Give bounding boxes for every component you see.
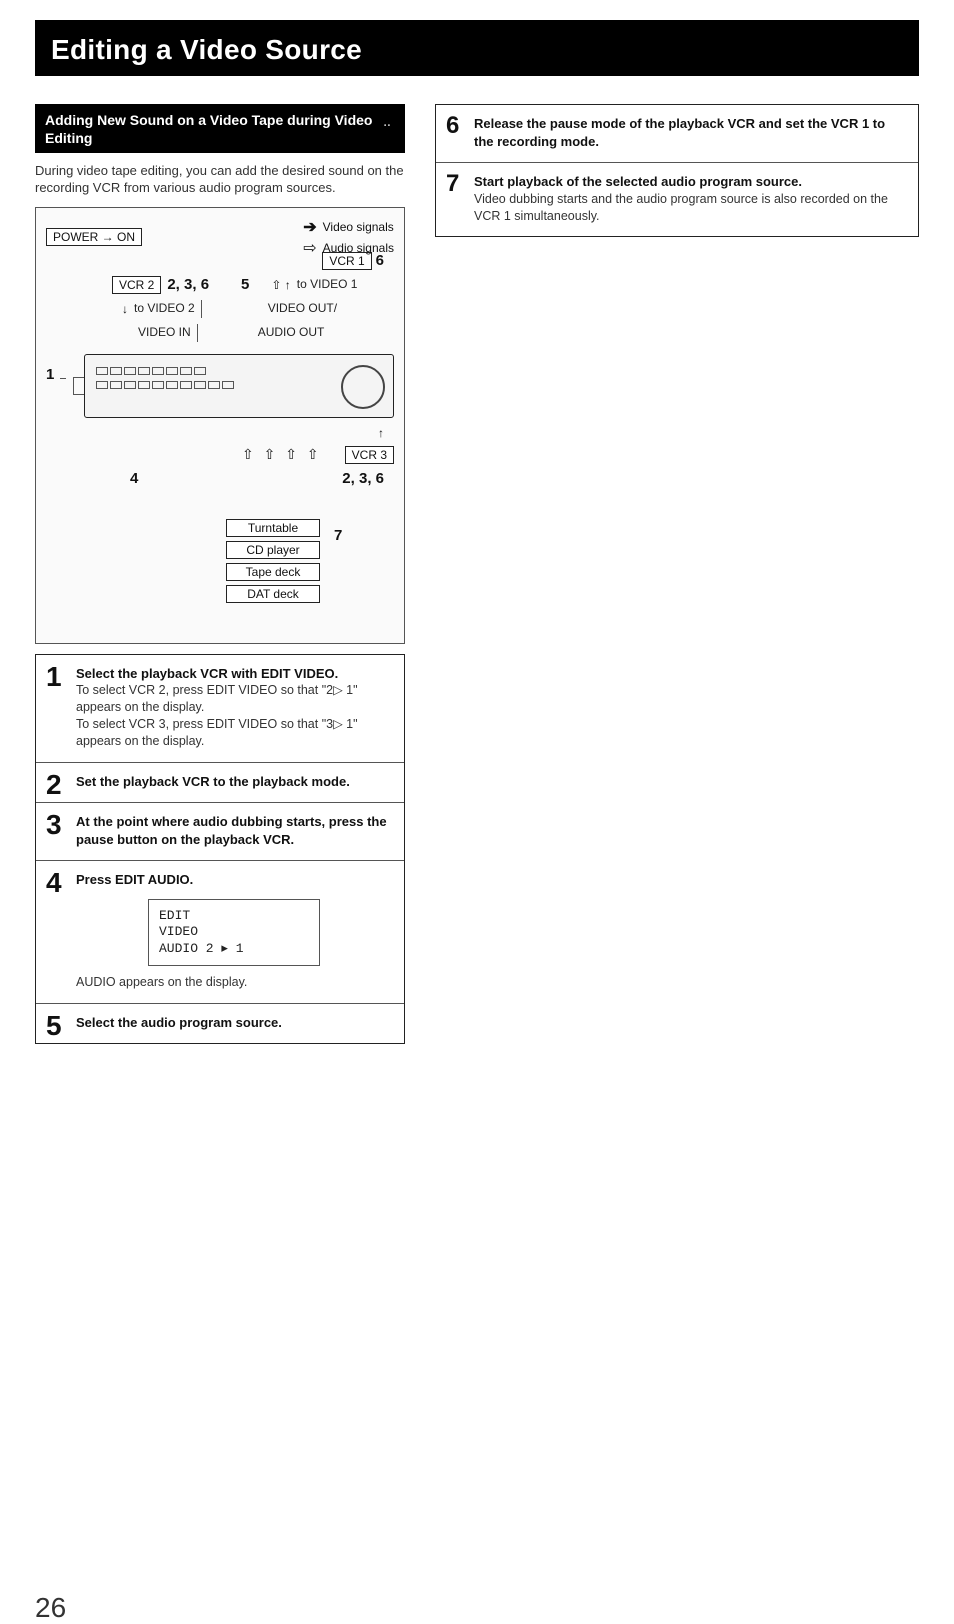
page-title: Editing a Video Source (35, 20, 919, 76)
lcd-display: EDIT VIDEO AUDIO 2 ▸ 1 (148, 899, 320, 966)
subtitle-text: Adding New Sound on a Video Tape during … (45, 112, 372, 146)
left-steps-list: 1 Select the playback VCR with EDIT VIDE… (35, 654, 405, 1044)
source-turntable: Turntable (226, 519, 320, 537)
callout-7: 7 (334, 527, 342, 544)
step-5-heading: Select the audio program source. (76, 1014, 392, 1032)
source-cd-player: CD player (226, 541, 320, 559)
step-1-note-a: To select VCR 2, press EDIT VIDEO so tha… (76, 682, 392, 716)
step-7: 7 Start playback of the selected audio p… (436, 162, 918, 236)
lcd-line-2: VIDEO (159, 924, 309, 940)
arrow-hollow-icon: ⇨ (303, 239, 316, 260)
step-4-heading: Press EDIT AUDIO. (76, 871, 392, 889)
arrow-solid-icon: ➔ (303, 218, 316, 239)
two-column-layout: Adding New Sound on a Video Tape during … (35, 104, 919, 1044)
callout-236-left: 2, 3, 6 (167, 276, 209, 293)
page-number: 26 (35, 1592, 66, 1624)
step-1-heading: Select the playback VCR with EDIT VIDEO. (76, 665, 392, 683)
to-video1-label: to VIDEO 1 (297, 277, 358, 292)
amplifier-unit (84, 354, 394, 418)
section-subtitle: Adding New Sound on a Video Tape during … (35, 104, 405, 153)
to-video2-label: to VIDEO 2 (134, 301, 195, 316)
power-box: POWER → ON (46, 228, 142, 246)
step-3-heading: At the point where audio dubbing starts,… (76, 813, 392, 848)
right-column: 6 Release the pause mode of the playback… (435, 104, 919, 1044)
step-number: 1 (46, 661, 62, 693)
video-out-label: VIDEO OUT/ (268, 301, 337, 316)
callout-4: 4 (130, 470, 138, 487)
step-number: 7 (446, 170, 459, 198)
callout-236-right: 2, 3, 6 (342, 470, 384, 487)
step-number: 3 (46, 809, 62, 841)
left-column: Adding New Sound on a Video Tape during … (35, 104, 405, 1044)
step-4: 4 Press EDIT AUDIO. EDIT VIDEO AUDIO 2 ▸… (36, 860, 404, 1002)
diagram-legend: ➔ Video signals ⇨ Audio signals (303, 218, 394, 260)
down-arrow-icon: ↓ (122, 302, 128, 316)
lcd-line-1: EDIT (159, 908, 309, 924)
step-number: 4 (46, 867, 62, 899)
decorative-dots: ·· (384, 120, 391, 134)
up-arrow-icon: ⇧ ↑ (271, 278, 290, 292)
legend-video: Video signals (323, 220, 394, 236)
video-in-label: VIDEO IN (138, 325, 191, 340)
step-7-heading: Start playback of the selected audio pro… (474, 173, 904, 191)
step-7-note: Video dubbing starts and the audio progr… (474, 191, 904, 225)
step-1: 1 Select the playback VCR with EDIT VIDE… (36, 655, 404, 762)
up-arrows-group: ⇧ ⇧ ⇧ ⇧ (242, 446, 322, 463)
vcr3-box: VCR 3 (345, 446, 394, 464)
step-3: 3 At the point where audio dubbing start… (36, 802, 404, 860)
step-2: 2 Set the playback VCR to the playback m… (36, 762, 404, 803)
step-6-heading: Release the pause mode of the playback V… (474, 115, 904, 150)
step-6: 6 Release the pause mode of the playback… (436, 105, 918, 162)
up-arrow-icon: ↑ (378, 426, 384, 440)
audio-out-label: AUDIO OUT (258, 325, 325, 340)
intro-paragraph: During video tape editing, you can add t… (35, 163, 405, 197)
vcr2-box: VCR 2 (112, 276, 161, 294)
step-number: 2 (46, 769, 62, 801)
step-number: 6 (446, 112, 459, 140)
step-5: 5 Select the audio program source. (36, 1003, 404, 1044)
wiring-diagram: ➔ Video signals ⇨ Audio signals POWER → … (35, 207, 405, 644)
step-number: 5 (46, 1010, 62, 1042)
audio-sources-list: Turntable CD player Tape deck DAT deck (226, 515, 320, 607)
right-steps-list: 6 Release the pause mode of the playback… (435, 104, 919, 237)
step-1-note-b: To select VCR 3, press EDIT VIDEO so tha… (76, 716, 392, 750)
source-dat-deck: DAT deck (226, 585, 320, 603)
source-tape-deck: Tape deck (226, 563, 320, 581)
step-4-note: AUDIO appears on the display. (76, 974, 392, 991)
volume-knob-icon (341, 365, 385, 409)
callout-5: 5 (241, 276, 249, 293)
amp-buttons (95, 365, 333, 407)
step-2-heading: Set the playback VCR to the playback mod… (76, 773, 392, 791)
callout-1: 1 (46, 366, 54, 383)
lcd-line-3: AUDIO 2 ▸ 1 (159, 941, 309, 957)
legend-audio: Audio signals (323, 241, 394, 257)
